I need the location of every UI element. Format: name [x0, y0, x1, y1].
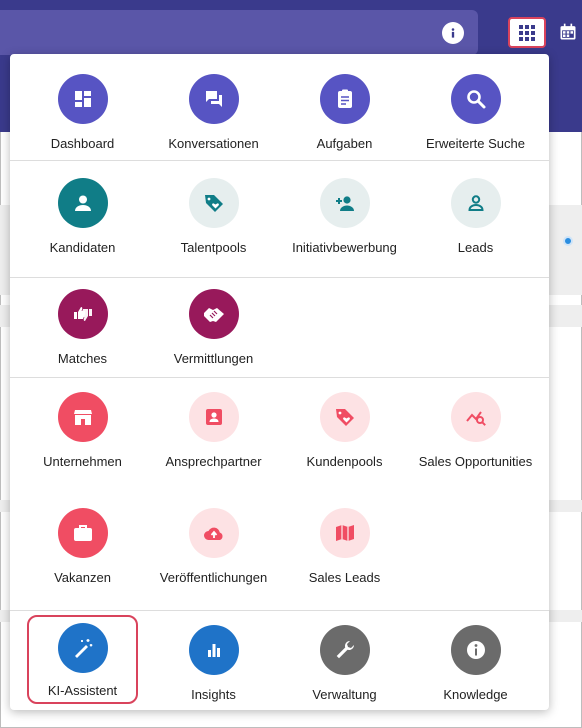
menu-item-kandidaten[interactable]: Kandidaten [15, 170, 150, 276]
info-icon [450, 625, 501, 675]
menu-item-label: Verwaltung [312, 687, 377, 702]
handshake-icon [188, 289, 239, 339]
search-icon [450, 74, 501, 124]
apps-menu-panel: Dashboard Konversationen Aufgaben Erweitert… [10, 54, 549, 710]
menu-group: KI-Assistent Insights Verwaltung Knowledge [10, 611, 549, 710]
menu-item-vermittlungen[interactable]: Vermittlungen [146, 281, 281, 387]
menu-item-ver-ffentlichungen[interactable]: Veröffentlichungen [146, 500, 281, 606]
menu-item-label: Sales Opportunities [418, 454, 533, 469]
briefcase-icon [57, 508, 108, 558]
menu-item-label: Veröffentlichungen [159, 570, 268, 585]
menu-item-ki-assistent[interactable]: KI-Assistent [27, 615, 138, 704]
bar-chart-icon [188, 625, 239, 675]
menu-item-sales-opportunities[interactable]: Sales Opportunities [408, 384, 543, 490]
menu-item-label: Kandidaten [49, 240, 116, 255]
tag-heart-icon [319, 392, 370, 442]
dashboard-icon [57, 74, 108, 124]
menu-item-label: Vakanzen [54, 570, 111, 585]
menu-item-initiativbewerbung[interactable]: Initiativbewerbung [277, 170, 412, 276]
menu-item-label: Initiativbewerbung [292, 240, 397, 255]
menu-item-label: Konversationen [168, 136, 259, 151]
person-add-icon [319, 178, 370, 228]
magic-wand-icon [57, 623, 108, 673]
status-dot [563, 236, 573, 246]
menu-item-label: Aufgaben [316, 136, 373, 151]
menu-item-kundenpools[interactable]: Kundenpools [277, 384, 412, 490]
menu-item-label: Sales Leads [308, 570, 381, 585]
menu-item-label: Talentpools [180, 240, 247, 255]
menu-item-label: Leads [457, 240, 494, 255]
search-bar[interactable] [0, 10, 478, 55]
menu-item-label: KI-Assistent [47, 683, 118, 698]
wrench-icon [319, 625, 370, 675]
menu-item-leads[interactable]: Leads [408, 170, 543, 276]
menu-group: Dashboard Konversationen Aufgaben Erweitert… [10, 54, 549, 161]
trend-search-icon [450, 392, 501, 442]
menu-item-insights[interactable]: Insights [146, 617, 281, 710]
calendar-icon[interactable] [558, 22, 578, 42]
menu-item-verwaltung[interactable]: Verwaltung [277, 617, 412, 710]
menu-item-label: Dashboard [50, 136, 115, 151]
menu-item-talentpools[interactable]: Talentpools [146, 170, 281, 276]
menu-item-konversationen[interactable]: Konversationen [146, 66, 281, 172]
tag-heart-icon [188, 178, 239, 228]
menu-item-sales-leads[interactable]: Sales Leads [277, 500, 412, 606]
menu-item-vakanzen[interactable]: Vakanzen [15, 500, 150, 606]
cloud-upload-icon [188, 508, 239, 558]
store-icon [57, 392, 108, 442]
menu-item-label: Knowledge [443, 687, 508, 702]
menu-group: Unternehmen Ansprechpartner Kundenpools Sal… [10, 378, 549, 611]
person-icon [57, 178, 108, 228]
clipboard-icon [319, 74, 370, 124]
menu-item-erweiterte-suche[interactable]: Erweiterte Suche [408, 66, 543, 172]
person-outline-icon [450, 178, 501, 228]
menu-item-unternehmen[interactable]: Unternehmen [15, 384, 150, 490]
menu-group: Matches Vermittlungen [10, 278, 549, 378]
chat-icon [188, 74, 239, 124]
menu-item-aufgaben[interactable]: Aufgaben [277, 66, 412, 172]
menu-item-knowledge[interactable]: Knowledge [408, 617, 543, 710]
menu-item-matches[interactable]: Matches [15, 281, 150, 387]
menu-item-label: Insights [191, 687, 236, 702]
menu-group: Kandidaten Talentpools Initiativbewerbung L… [10, 161, 549, 278]
menu-item-dashboard[interactable]: Dashboard [15, 66, 150, 172]
contact-card-icon [188, 392, 239, 442]
menu-item-label: Matches [57, 351, 108, 366]
menu-item-ansprechpartner[interactable]: Ansprechpartner [146, 384, 281, 490]
menu-item-label: Erweiterte Suche [426, 136, 525, 151]
menu-item-label: Unternehmen [43, 454, 122, 469]
menu-item-label: Vermittlungen [173, 351, 254, 366]
thumbs-icon [57, 289, 108, 339]
info-icon[interactable] [442, 22, 464, 44]
apps-grid-button[interactable] [508, 17, 546, 48]
apps-grid-icon [519, 24, 535, 41]
menu-item-label: Ansprechpartner [165, 454, 262, 469]
map-icon [319, 508, 370, 558]
menu-item-label: Kundenpools [306, 454, 383, 469]
